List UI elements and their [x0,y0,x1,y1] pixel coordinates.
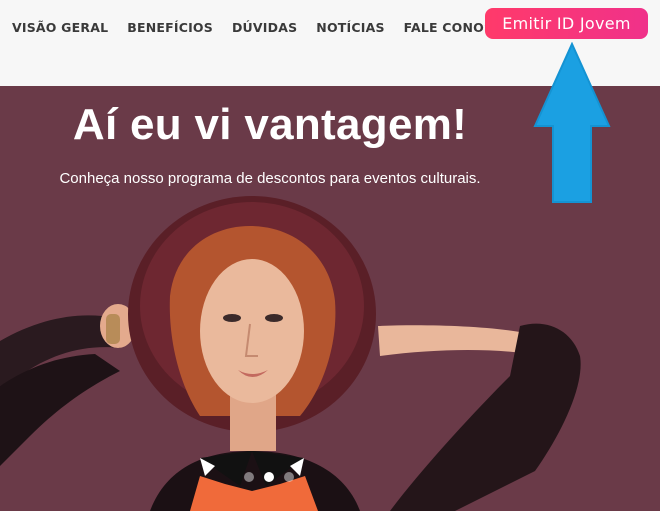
page: VISÃO GERAL BENEFÍCIOS DÚVIDAS NOTÍCIAS … [0,0,660,528]
arrow-up-icon [533,42,611,203]
carousel-indicators [244,472,294,482]
hero-subtitle: Conheça nosso programa de descontos para… [59,170,481,187]
emitir-id-jovem-button[interactable]: Emitir ID Jovem [485,8,648,39]
carousel-dot[interactable] [284,472,294,482]
nav-item-noticias[interactable]: NOTÍCIAS [316,20,384,35]
nav-item-visao-geral[interactable]: VISÃO GERAL [12,20,108,35]
nav-menu: VISÃO GERAL BENEFÍCIOS DÚVIDAS NOTÍCIAS … [12,20,532,35]
carousel-dot-active[interactable] [264,472,274,482]
page-bottom [0,511,660,528]
hero-title: Aí eu vi vantagem! [72,100,468,149]
carousel-dot[interactable] [244,472,254,482]
nav-item-duvidas[interactable]: DÚVIDAS [232,20,297,35]
nav-item-beneficios[interactable]: BENEFÍCIOS [127,20,213,35]
